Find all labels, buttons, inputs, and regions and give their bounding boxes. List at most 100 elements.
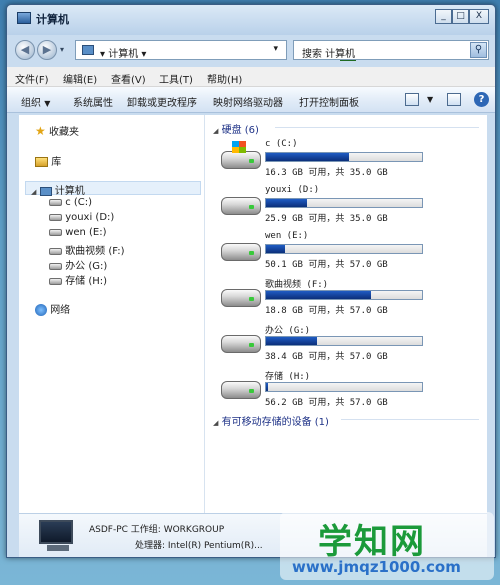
sidebar-item-network[interactable]: 网络 [35, 301, 70, 316]
drive-name: 歌曲视频 (F:) [265, 280, 329, 290]
content-pane: ◢ 硬盘 (6) c (C:) 16.3 GB 可用，共 35.0 GB youxi… [205, 115, 487, 513]
drive-tile[interactable]: 存储 (H:) 56.2 GB 可用，共 57.0 GB [219, 367, 479, 411]
organize-label: 组织 [21, 98, 41, 109]
uninstall-program-button[interactable]: 卸载或更改程序 [127, 94, 197, 109]
processor-info: 处理器: Intel(R) Pentium(R)... [135, 541, 263, 551]
watermark-url: www.jmqz1000.com [292, 558, 461, 576]
window-controls: _ □ X [435, 9, 489, 24]
usage-bar-fill [266, 153, 349, 161]
search-box[interactable]: 搜索 计算机 ⚲ [293, 40, 489, 60]
menu-bar: 文件(F) 编辑(E) 查看(V) 工具(T) 帮助(H) [7, 67, 495, 87]
address-breadcrumb[interactable]: ▾ 计算机 ▾ [100, 45, 146, 60]
hard-drive-icon [221, 197, 261, 215]
collapse-icon: ◢ [213, 419, 219, 427]
drive-capacity: 18.8 GB 可用，共 57.0 GB [265, 306, 388, 316]
group-header-label: 硬盘 (6) [221, 125, 259, 136]
usage-bar [265, 244, 423, 254]
usage-bar [265, 198, 423, 208]
close-button[interactable]: X [469, 9, 489, 24]
usage-bar-fill [266, 291, 371, 299]
drive-capacity: 50.1 GB 可用，共 57.0 GB [265, 260, 388, 270]
sidebar-item-drive-f[interactable]: 歌曲视频 (F:) [49, 242, 125, 257]
navigation-bar: ◀ ▶ ▾ ▾ 计算机 ▾ ▾ ↻ 搜索 计算机 ⚲ [7, 37, 495, 63]
preview-pane-icon[interactable] [447, 93, 461, 106]
drive-tile[interactable]: 歌曲视频 (F:) 18.8 GB 可用，共 57.0 GB [219, 275, 479, 319]
command-bar: 组织 ▼ 系统属性 卸载或更改程序 映射网络驱动器 打开控制面板 ▼ ? [7, 87, 495, 113]
address-bar[interactable]: ▾ 计算机 ▾ ▾ ↻ [75, 40, 356, 61]
drive-icon [49, 228, 62, 236]
drive-icon [49, 277, 62, 285]
menu-view[interactable]: 查看(V) [111, 71, 146, 86]
drive-tile[interactable]: 办公 (G:) 38.4 GB 可用，共 57.0 GB [219, 321, 479, 365]
drive-icon [49, 262, 62, 270]
sidebar-item-label: 歌曲视频 (F:) [65, 246, 125, 257]
tree-expand-icon[interactable]: ◢ [31, 188, 36, 196]
drive-capacity: 16.3 GB 可用，共 35.0 GB [265, 168, 388, 178]
change-view-icon[interactable] [405, 93, 419, 106]
title-bar[interactable]: 计算机 _ □ X [7, 5, 495, 35]
network-icon [35, 304, 47, 316]
sidebar-item-computer[interactable]: ◢ 计算机 [31, 182, 85, 197]
usage-bar [265, 382, 423, 392]
open-control-panel-button[interactable]: 打开控制面板 [299, 94, 359, 109]
minimize-button[interactable]: _ [435, 9, 452, 24]
sidebar-item-drive-c[interactable]: c (C:) [49, 197, 92, 208]
removable-group-header[interactable]: ◢ 有可移动存储的设备 (1) [213, 413, 329, 428]
sidebar-item-label: 计算机 [54, 186, 85, 197]
hard-drive-icon [221, 381, 261, 399]
drive-capacity: 25.9 GB 可用，共 35.0 GB [265, 214, 388, 224]
maximize-button[interactable]: □ [452, 9, 469, 24]
back-button[interactable]: ◀ [15, 40, 35, 60]
menu-tools[interactable]: 工具(T) [159, 71, 193, 86]
sidebar-item-favorites[interactable]: ★ 收藏夹 [35, 123, 79, 138]
drive-tile[interactable]: youxi (D:) 25.9 GB 可用，共 35.0 GB [219, 183, 479, 227]
hdd-group-header[interactable]: ◢ 硬盘 (6) [213, 121, 259, 136]
sidebar-item-label: c (C:) [65, 197, 93, 208]
system-properties-button[interactable]: 系统属性 [73, 94, 113, 109]
history-dropdown-icon[interactable]: ▾ [60, 45, 64, 54]
drive-icon [49, 247, 62, 255]
search-icon[interactable]: ⚲ [470, 42, 487, 58]
sidebar-item-drive-g[interactable]: 办公 (G:) [49, 257, 107, 272]
sidebar-item-drive-h[interactable]: 存储 (H:) [49, 272, 107, 287]
computer-name: ASDF-PC 工作组: WORKGROUP [89, 525, 225, 535]
computer-icon [17, 12, 31, 24]
drive-tile[interactable]: c (C:) 16.3 GB 可用，共 35.0 GB [219, 137, 479, 181]
view-dropdown-icon[interactable]: ▼ [427, 94, 433, 105]
watermark-title: 学知网 [318, 522, 426, 562]
usage-bar [265, 290, 423, 300]
computer-icon [39, 186, 52, 196]
forward-button[interactable]: ▶ [37, 40, 57, 60]
sidebar-item-label: 网络 [50, 305, 71, 316]
drive-tile[interactable]: wen (E:) 50.1 GB 可用，共 57.0 GB [219, 229, 479, 273]
drive-name: wen (E:) [265, 231, 309, 241]
windows-logo-icon [232, 141, 246, 153]
sidebar-item-drive-e[interactable]: wen (E:) [49, 227, 107, 238]
drive-icon [49, 198, 62, 206]
window-title: 计算机 [36, 13, 69, 26]
sidebar-item-libraries[interactable]: 库 [35, 153, 61, 168]
drive-name: c (C:) [265, 139, 298, 149]
menu-edit[interactable]: 编辑(E) [63, 71, 97, 86]
drive-name: 办公 (G:) [265, 326, 311, 336]
sidebar-item-label: wen (E:) [65, 227, 107, 238]
computer-monitor-icon [39, 520, 73, 544]
sidebar-item-label: 存储 (H:) [65, 276, 108, 287]
star-icon: ★ [35, 124, 46, 138]
computer-icon [82, 45, 94, 55]
help-icon[interactable]: ? [474, 92, 489, 107]
usage-bar-fill [266, 337, 318, 345]
organize-button[interactable]: 组织 ▼ [21, 94, 50, 109]
navigation-pane: ★ 收藏夹 库 ◢ 计算机 c (C:) youxi (D:) wen (E:)… [19, 115, 205, 513]
sidebar-item-drive-d[interactable]: youxi (D:) [49, 212, 114, 223]
menu-help[interactable]: 帮助(H) [207, 71, 242, 86]
menu-file[interactable]: 文件(F) [15, 71, 49, 86]
collapse-icon: ◢ [213, 127, 219, 135]
drive-name: 存储 (H:) [265, 372, 311, 382]
search-input[interactable]: 搜索 计算机 [302, 45, 355, 60]
address-dropdown-icon[interactable]: ▾ [273, 44, 278, 54]
drive-capacity: 56.2 GB 可用，共 57.0 GB [265, 398, 388, 408]
map-network-drive-button[interactable]: 映射网络驱动器 [213, 94, 283, 109]
hard-drive-icon [221, 243, 261, 261]
sidebar-item-label: 收藏夹 [48, 127, 79, 138]
